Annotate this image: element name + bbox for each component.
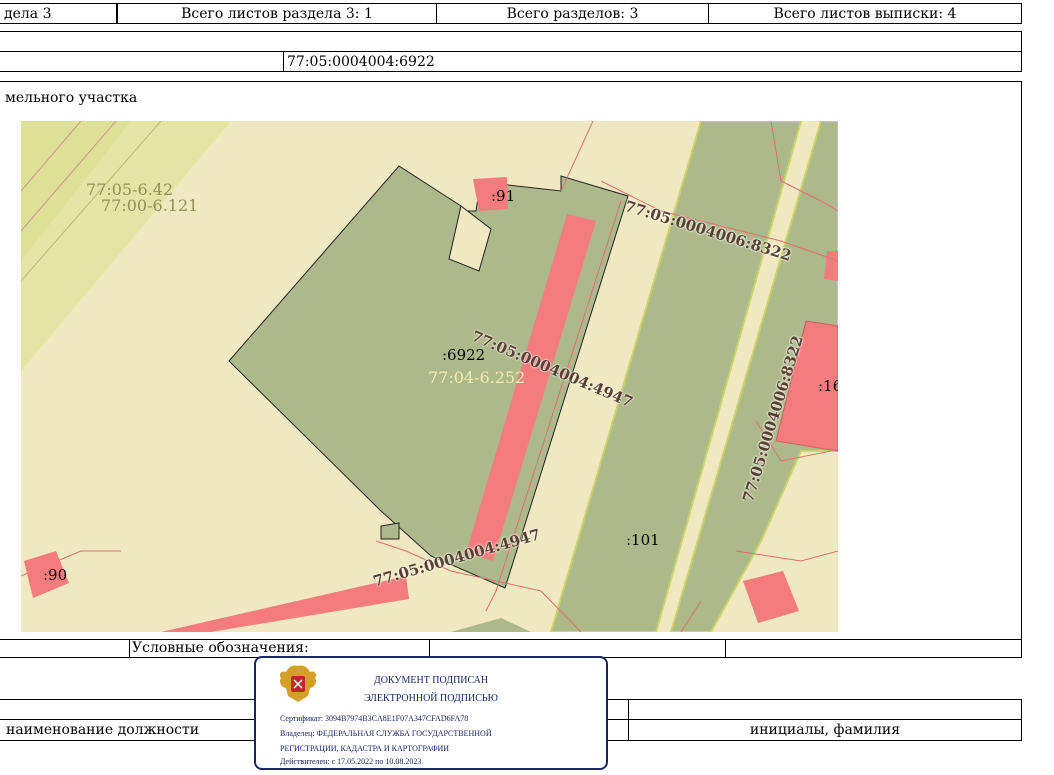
map-label-zone2: 77:00-6.121 (101, 196, 199, 215)
header-section-cell: дела 3 (0, 3, 117, 24)
cadastral-label-cell (0, 51, 284, 72)
header-sheets-total: Всего листов выписки: 4 (773, 6, 957, 22)
signature-position: наименование должности (6, 722, 200, 738)
header-sheets-total-cell: Всего листов выписки: 4 (708, 3, 1022, 24)
building-bottom-long (161, 576, 409, 632)
legend-label: Условные обозначения: (132, 640, 309, 656)
building-bottom-right (743, 571, 799, 623)
map-label-parcel16: :16 (818, 377, 838, 395)
map-label-parcel101: :101 (626, 531, 660, 549)
legend-right-cell (725, 639, 1022, 658)
map-label-zone3: 77:04-6.252 (428, 368, 526, 387)
signature-top-right (628, 699, 1022, 720)
stamp-owner2: РЕГИСТРАЦИИ, КАДАСТРА И КАРТОГРАФИИ (280, 744, 450, 753)
cadastral-map: 77:05-6.42 77:00-6.121 :91 77:05:0004006… (21, 121, 838, 632)
stamp-valid: Действителен: с 17.05.2022 по 10.08.2023 (280, 757, 422, 766)
header-sections-total: Всего разделов: 3 (506, 6, 639, 22)
map-label-parcel6922: :6922 (442, 346, 486, 364)
header-sections-total-cell: Всего разделов: 3 (436, 3, 709, 24)
stamp-line2: ЭЛЕКТРОННОЙ ПОДПИСЬЮ (364, 693, 498, 704)
stamp-owner1: Владелец: ФЕДЕРАЛЬНАЯ СЛУЖБА ГОСУДАРСТВЕ… (280, 729, 492, 738)
e-signature-stamp: ДОКУМЕНТ ПОДПИСАН ЭЛЕКТРОННОЙ ПОДПИСЬЮ С… (254, 656, 608, 770)
legend-left-cell (0, 639, 130, 658)
signature-name: инициалы, фамилия (749, 722, 901, 738)
plan-title: мельного участка (5, 90, 138, 106)
stamp-line1: ДОКУМЕНТ ПОДПИСАН (373, 675, 489, 686)
header-section: дела 3 (4, 6, 52, 22)
stamp-certificate: Сертификат: 3094B7974B3CA8E1F07A347CFAD6… (280, 714, 469, 723)
cadastral-number: 77:05:0004004:6922 (287, 54, 435, 70)
signature-name-cell: инициалы, фамилия (628, 719, 1022, 741)
header-section-sheets-cell: Всего листов раздела 3: 1 (117, 3, 437, 24)
blank-row (0, 31, 1022, 52)
header-section-sheets: Всего листов раздела 3: 1 (181, 6, 373, 22)
map-label-parcel90: :90 (43, 566, 68, 584)
map-label-parcel91: :91 (491, 187, 516, 205)
cadastral-number-cell: 77:05:0004004:6922 (283, 51, 1022, 72)
small-square (380, 522, 400, 540)
green-bottom (451, 618, 531, 632)
